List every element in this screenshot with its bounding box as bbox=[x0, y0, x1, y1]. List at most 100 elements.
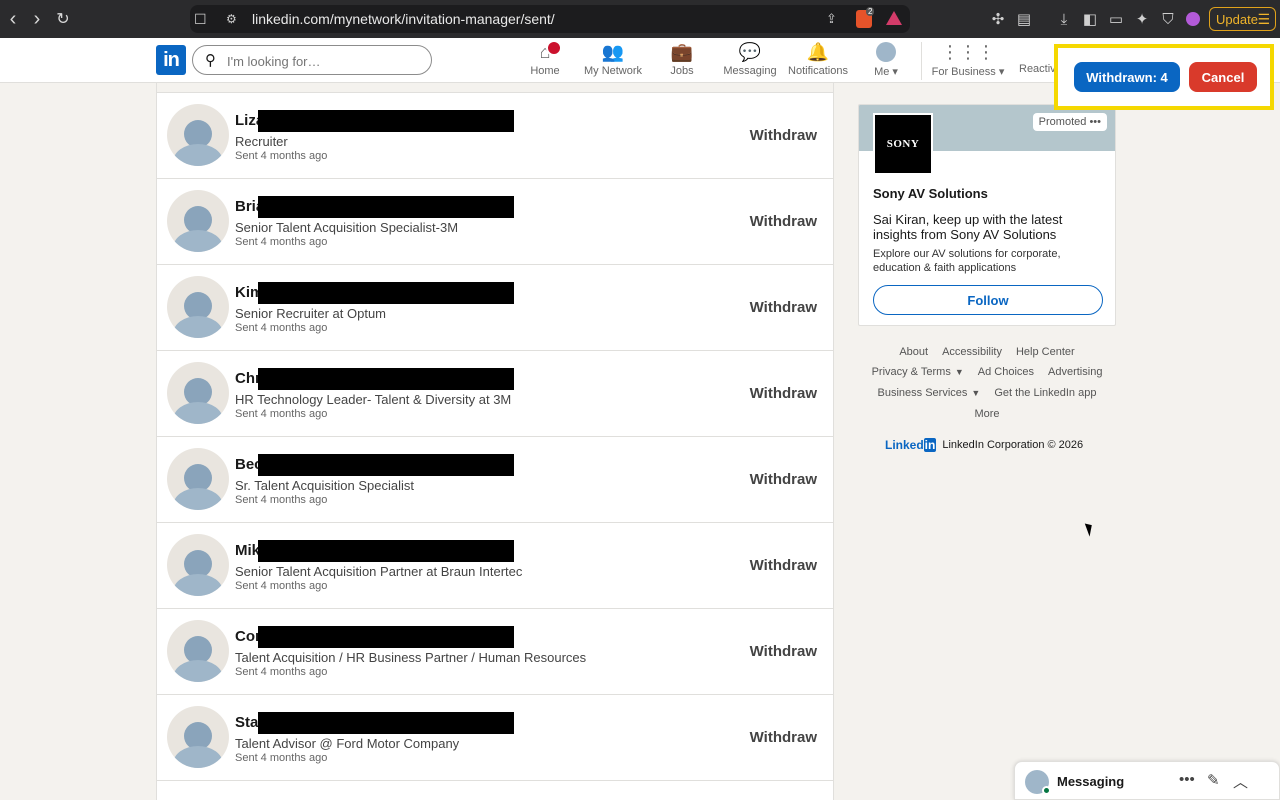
share-icon[interactable]: ⇪ bbox=[826, 11, 837, 27]
download-icon[interactable]: ⤓ bbox=[1054, 9, 1074, 29]
table-row: Chr HR Technology Leader- Talent & Diver… bbox=[157, 351, 833, 437]
menu-icon: ☰ bbox=[1257, 11, 1270, 27]
withdraw-button[interactable]: Withdraw bbox=[750, 471, 817, 488]
sent-time: Sent 4 months ago bbox=[235, 494, 328, 506]
table-row: Sta Talent Advisor @ Ford Motor Company … bbox=[157, 695, 833, 781]
nav-home-label: Home bbox=[530, 65, 560, 77]
footer-brand: Linkedin LinkedIn Corporation © 2026 bbox=[885, 438, 1083, 452]
messaging-bar[interactable]: Messaging ••• ✎ ︿ bbox=[1014, 761, 1280, 800]
chat-icon: 💬 bbox=[738, 41, 762, 62]
redaction-block bbox=[258, 282, 514, 304]
reload-icon[interactable]: ↻ bbox=[50, 6, 76, 32]
forward-icon[interactable]: › bbox=[24, 6, 50, 32]
table-row: Bec Sr. Talent Acquisition Specialist Se… bbox=[157, 437, 833, 523]
search-box[interactable]: ⚲ bbox=[192, 45, 432, 75]
invitee-headline: Senior Talent Acquisition Specialist-3M bbox=[235, 220, 459, 235]
address-bar[interactable]: ☐ ⚙ linkedin.com/mynetwork/invitation-ma… bbox=[190, 5, 910, 33]
withdraw-button[interactable]: Withdraw bbox=[750, 127, 817, 144]
footer-ad-choices[interactable]: Ad Choices bbox=[978, 366, 1034, 378]
avatar[interactable] bbox=[167, 534, 229, 596]
search-input[interactable] bbox=[227, 51, 417, 71]
avatar[interactable] bbox=[167, 620, 229, 682]
invitee-name[interactable]: Mik bbox=[235, 542, 260, 559]
reactivate-link[interactable]: Reactiv bbox=[1019, 63, 1056, 75]
back-icon[interactable]: ‹ bbox=[0, 6, 26, 32]
footer-help-center[interactable]: Help Center bbox=[1016, 346, 1075, 358]
avatar[interactable] bbox=[167, 362, 229, 424]
avatar[interactable] bbox=[167, 104, 229, 166]
withdraw-button[interactable]: Withdraw bbox=[750, 213, 817, 230]
sidebar-icon[interactable]: ◧ bbox=[1080, 9, 1100, 29]
compose-icon[interactable]: ✎ bbox=[1207, 771, 1220, 789]
search-icon: ⚲ bbox=[205, 52, 216, 69]
bookmark-icon[interactable]: ☐ bbox=[194, 11, 207, 28]
invitee-name[interactable]: Chr bbox=[235, 370, 261, 387]
withdraw-button[interactable]: Withdraw bbox=[750, 729, 817, 746]
footer-about[interactable]: About bbox=[899, 346, 928, 358]
invitee-name[interactable]: Cor bbox=[235, 628, 261, 645]
extensions-icon[interactable]: ✣ bbox=[988, 9, 1008, 29]
cancel-button[interactable]: Cancel bbox=[1189, 62, 1257, 92]
footer-privacy-terms[interactable]: Privacy & Terms ▼ bbox=[872, 366, 964, 378]
footer-advertising[interactable]: Advertising bbox=[1048, 366, 1102, 378]
sent-time: Sent 4 months ago bbox=[235, 236, 328, 248]
online-status-icon bbox=[1042, 786, 1051, 795]
avatar[interactable] bbox=[167, 448, 229, 510]
table-row: Bria Senior Talent Acquisition Specialis… bbox=[157, 179, 833, 265]
sony-logo[interactable]: SONY bbox=[873, 113, 933, 175]
invitee-headline: Sr. Talent Acquisition Specialist bbox=[235, 478, 414, 493]
url-text: linkedin.com/mynetwork/invitation-manage… bbox=[252, 11, 555, 27]
copyright-text: LinkedIn Corporation © 2026 bbox=[942, 439, 1084, 451]
avatar[interactable] bbox=[167, 276, 229, 338]
profile-icon[interactable] bbox=[1183, 9, 1203, 29]
more-icon[interactable]: ••• bbox=[1179, 771, 1195, 788]
site-settings-icon[interactable]: ⚙ bbox=[226, 12, 237, 26]
footer-row-2: Privacy & Terms ▼ Ad Choices Advertising bbox=[858, 366, 1116, 378]
avatar[interactable] bbox=[167, 706, 229, 768]
reader-icon[interactable]: ▤ bbox=[1014, 9, 1034, 29]
wallet-icon[interactable]: ▭ bbox=[1106, 9, 1126, 29]
list-top-spacer bbox=[157, 83, 833, 93]
footer-get-app[interactable]: Get the LinkedIn app bbox=[994, 387, 1096, 399]
avatar[interactable] bbox=[167, 190, 229, 252]
footer-more[interactable]: More bbox=[974, 408, 999, 420]
footer-row-3: Business Services ▼ Get the LinkedIn app bbox=[858, 387, 1116, 399]
nav-notifications[interactable]: 🔔 Notifications bbox=[786, 42, 850, 80]
rewards-icon[interactable] bbox=[886, 11, 902, 25]
withdraw-button[interactable]: Withdraw bbox=[750, 299, 817, 316]
chevron-up-icon[interactable]: ︿ bbox=[1233, 771, 1248, 792]
messaging-title: Messaging bbox=[1057, 774, 1125, 789]
sent-time: Sent 4 months ago bbox=[235, 666, 328, 678]
footer-accessibility[interactable]: Accessibility bbox=[942, 346, 1002, 358]
footer-business-services[interactable]: Business Services ▼ bbox=[878, 387, 981, 399]
footer-row-4: More bbox=[858, 408, 1116, 420]
withdrawn-count-button[interactable]: Withdrawn: 4 bbox=[1074, 62, 1180, 92]
briefcase-icon: 💼 bbox=[670, 41, 694, 62]
withdraw-button[interactable]: Withdraw bbox=[750, 385, 817, 402]
linkedin-logo[interactable]: in bbox=[156, 45, 186, 75]
bell-icon: 🔔 bbox=[806, 41, 830, 62]
nav-my-network[interactable]: 👥 My Network bbox=[582, 42, 644, 80]
redaction-block bbox=[258, 196, 514, 218]
update-button[interactable]: Update ☰ bbox=[1209, 7, 1276, 31]
nav-my-network-label: My Network bbox=[583, 65, 643, 77]
invitee-headline: Recruiter bbox=[235, 134, 288, 149]
nav-me[interactable]: Me ▾ bbox=[870, 42, 902, 80]
withdraw-button[interactable]: Withdraw bbox=[750, 557, 817, 574]
vpn-icon[interactable]: ⛉ bbox=[1158, 9, 1178, 29]
avatar-body bbox=[173, 402, 223, 424]
footer-row-1: About Accessibility Help Center bbox=[858, 346, 1116, 358]
leo-icon[interactable]: ✦ bbox=[1132, 9, 1152, 29]
avatar-body bbox=[173, 144, 223, 166]
brave-badge: 2 bbox=[866, 7, 875, 16]
ad-company-name[interactable]: Sony AV Solutions bbox=[873, 186, 988, 201]
withdraw-button[interactable]: Withdraw bbox=[750, 643, 817, 660]
more-options-icon[interactable]: ••• bbox=[1089, 116, 1101, 128]
ad-headline: Sai Kiran, keep up with the latest insig… bbox=[873, 212, 1063, 242]
nav-messaging[interactable]: 💬 Messaging bbox=[722, 42, 778, 80]
nav-jobs[interactable]: 💼 Jobs bbox=[667, 42, 697, 80]
invitee-name[interactable]: Sta bbox=[235, 714, 258, 731]
nav-for-business[interactable]: ⋮⋮⋮ For Business ▾ bbox=[930, 42, 1006, 80]
follow-button[interactable]: Follow bbox=[873, 285, 1103, 315]
sent-time: Sent 4 months ago bbox=[235, 408, 328, 420]
